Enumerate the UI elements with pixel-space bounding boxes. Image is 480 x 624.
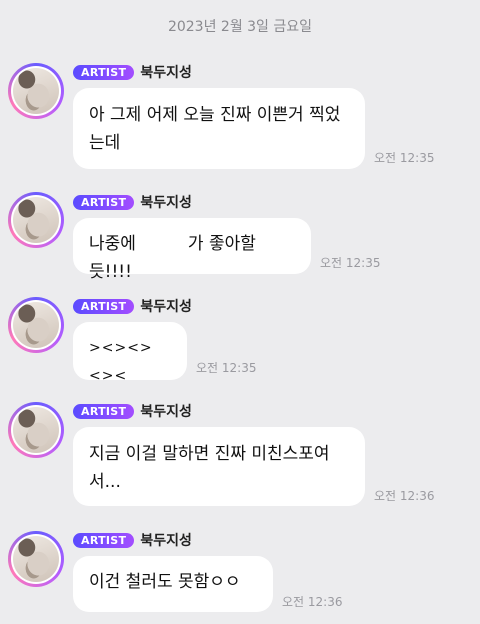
message-time: 오전 12:36 (374, 489, 435, 503)
message-bubble[interactable]: 나중에 가 좋아할듯!!!! (73, 218, 311, 282)
message-text-part: 나중에 (89, 234, 136, 254)
message-time: 오전 12:35 (196, 361, 257, 375)
artist-badge: ARTIST (73, 403, 135, 419)
avatar-photo (13, 68, 59, 114)
sender-row: ARTIST 북두지성 (73, 402, 192, 420)
message-time: 오전 12:36 (282, 595, 343, 609)
artist-badge: ARTIST (73, 532, 135, 548)
message-text: 지금 이걸 말하면 진짜 미친스포여서... (89, 444, 330, 492)
sender-row: ARTIST 북두지성 (73, 63, 192, 81)
avatar[interactable] (8, 531, 64, 587)
artist-badge: ARTIST (73, 64, 135, 80)
avatar[interactable] (8, 63, 64, 119)
sender-row: ARTIST 북두지성 (73, 193, 192, 211)
artist-badge: ARTIST (73, 194, 135, 210)
message-text: ><><><>< (89, 340, 153, 384)
message-bubble[interactable]: 지금 이걸 말하면 진짜 미친스포여서... (73, 427, 365, 506)
avatar-photo (13, 407, 59, 453)
message-bubble[interactable]: ><><><>< (73, 322, 187, 384)
message-time: 오전 12:35 (374, 151, 435, 165)
sender-name: 북두지성 (140, 404, 192, 420)
message-text: 이건 철러도 못함ㅇㅇ (89, 572, 241, 592)
sender-name: 북두지성 (140, 195, 192, 211)
avatar[interactable] (8, 402, 64, 458)
message-text: 아 그제 어제 오늘 진짜 이쁜거 찍었는데 (89, 105, 341, 153)
avatar-photo (13, 197, 59, 243)
avatar-photo (13, 302, 59, 348)
avatar[interactable] (8, 192, 64, 248)
avatar[interactable] (8, 297, 64, 353)
message-bubble[interactable]: 아 그제 어제 오늘 진짜 이쁜거 찍었는데 (73, 88, 365, 169)
sender-name: 북두지성 (140, 299, 192, 315)
message-time: 오전 12:35 (320, 256, 381, 270)
avatar-photo (13, 536, 59, 582)
message-bubble[interactable]: 이건 철러도 못함ㅇㅇ (73, 556, 273, 612)
sender-name: 북두지성 (140, 65, 192, 81)
sender-row: ARTIST 북두지성 (73, 297, 192, 315)
date-separator: 2023년 2월 3일 금요일 (167, 19, 313, 35)
sender-name: 북두지성 (140, 533, 192, 549)
artist-badge: ARTIST (73, 298, 135, 314)
sender-row: ARTIST 북두지성 (73, 531, 192, 549)
